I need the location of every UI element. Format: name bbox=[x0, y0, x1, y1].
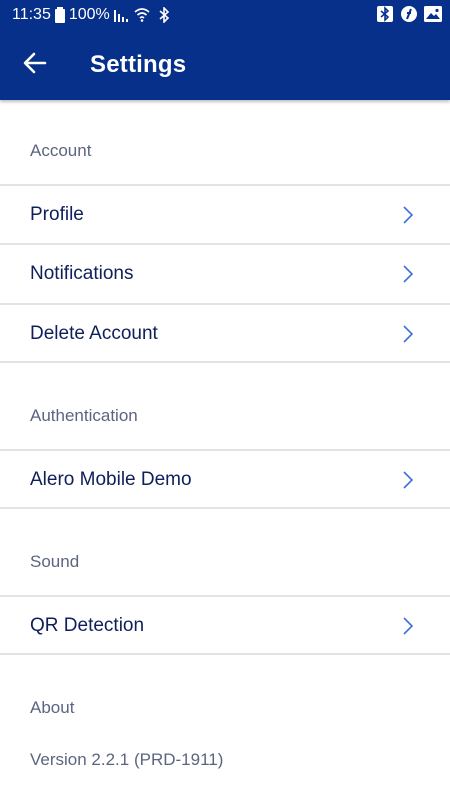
status-bar: 11:35 100% bbox=[0, 0, 450, 30]
settings-item-delete-account[interactable]: Delete Account bbox=[0, 303, 450, 363]
settings-item-label: Alero Mobile Demo bbox=[30, 469, 192, 490]
settings-item-profile[interactable]: Profile bbox=[0, 184, 450, 242]
settings-item-label: Notifications bbox=[30, 263, 134, 284]
chevron-right-icon bbox=[402, 617, 414, 635]
settings-item-qr-detection[interactable]: QR Detection bbox=[0, 595, 450, 655]
battery-level: 100% bbox=[68, 6, 110, 23]
arrow-left-icon bbox=[23, 52, 47, 79]
chevron-right-icon bbox=[402, 265, 414, 283]
signal-icon bbox=[113, 8, 130, 22]
back-button[interactable] bbox=[20, 50, 50, 80]
chevron-right-icon bbox=[402, 206, 414, 224]
section-label-account: Account bbox=[30, 141, 92, 160]
wifi-icon bbox=[134, 8, 150, 22]
battery-icon bbox=[54, 7, 65, 23]
section-label-authentication: Authentication bbox=[30, 406, 138, 425]
settings-item-alero-mobile-demo[interactable]: Alero Mobile Demo bbox=[0, 449, 450, 509]
chevron-right-icon bbox=[402, 325, 414, 343]
image-icon bbox=[424, 6, 442, 22]
app-bar: Settings bbox=[0, 30, 450, 100]
settings-item-label: Delete Account bbox=[30, 323, 158, 344]
settings-item-label: Profile bbox=[30, 204, 84, 225]
bluetooth-icon bbox=[376, 5, 394, 23]
settings-item-label: QR Detection bbox=[30, 615, 145, 636]
version-text: Version 2.2.1 (PRD-1911) bbox=[30, 750, 224, 769]
page-title: Settings bbox=[90, 51, 187, 78]
status-time: 11:35 bbox=[12, 6, 51, 23]
app-icon bbox=[400, 5, 418, 23]
bluetooth-icon bbox=[158, 7, 170, 23]
settings-item-notifications[interactable]: Notifications bbox=[0, 243, 450, 301]
chevron-right-icon bbox=[402, 471, 414, 489]
section-label-about: About bbox=[30, 698, 75, 717]
section-label-sound: Sound bbox=[30, 552, 80, 571]
